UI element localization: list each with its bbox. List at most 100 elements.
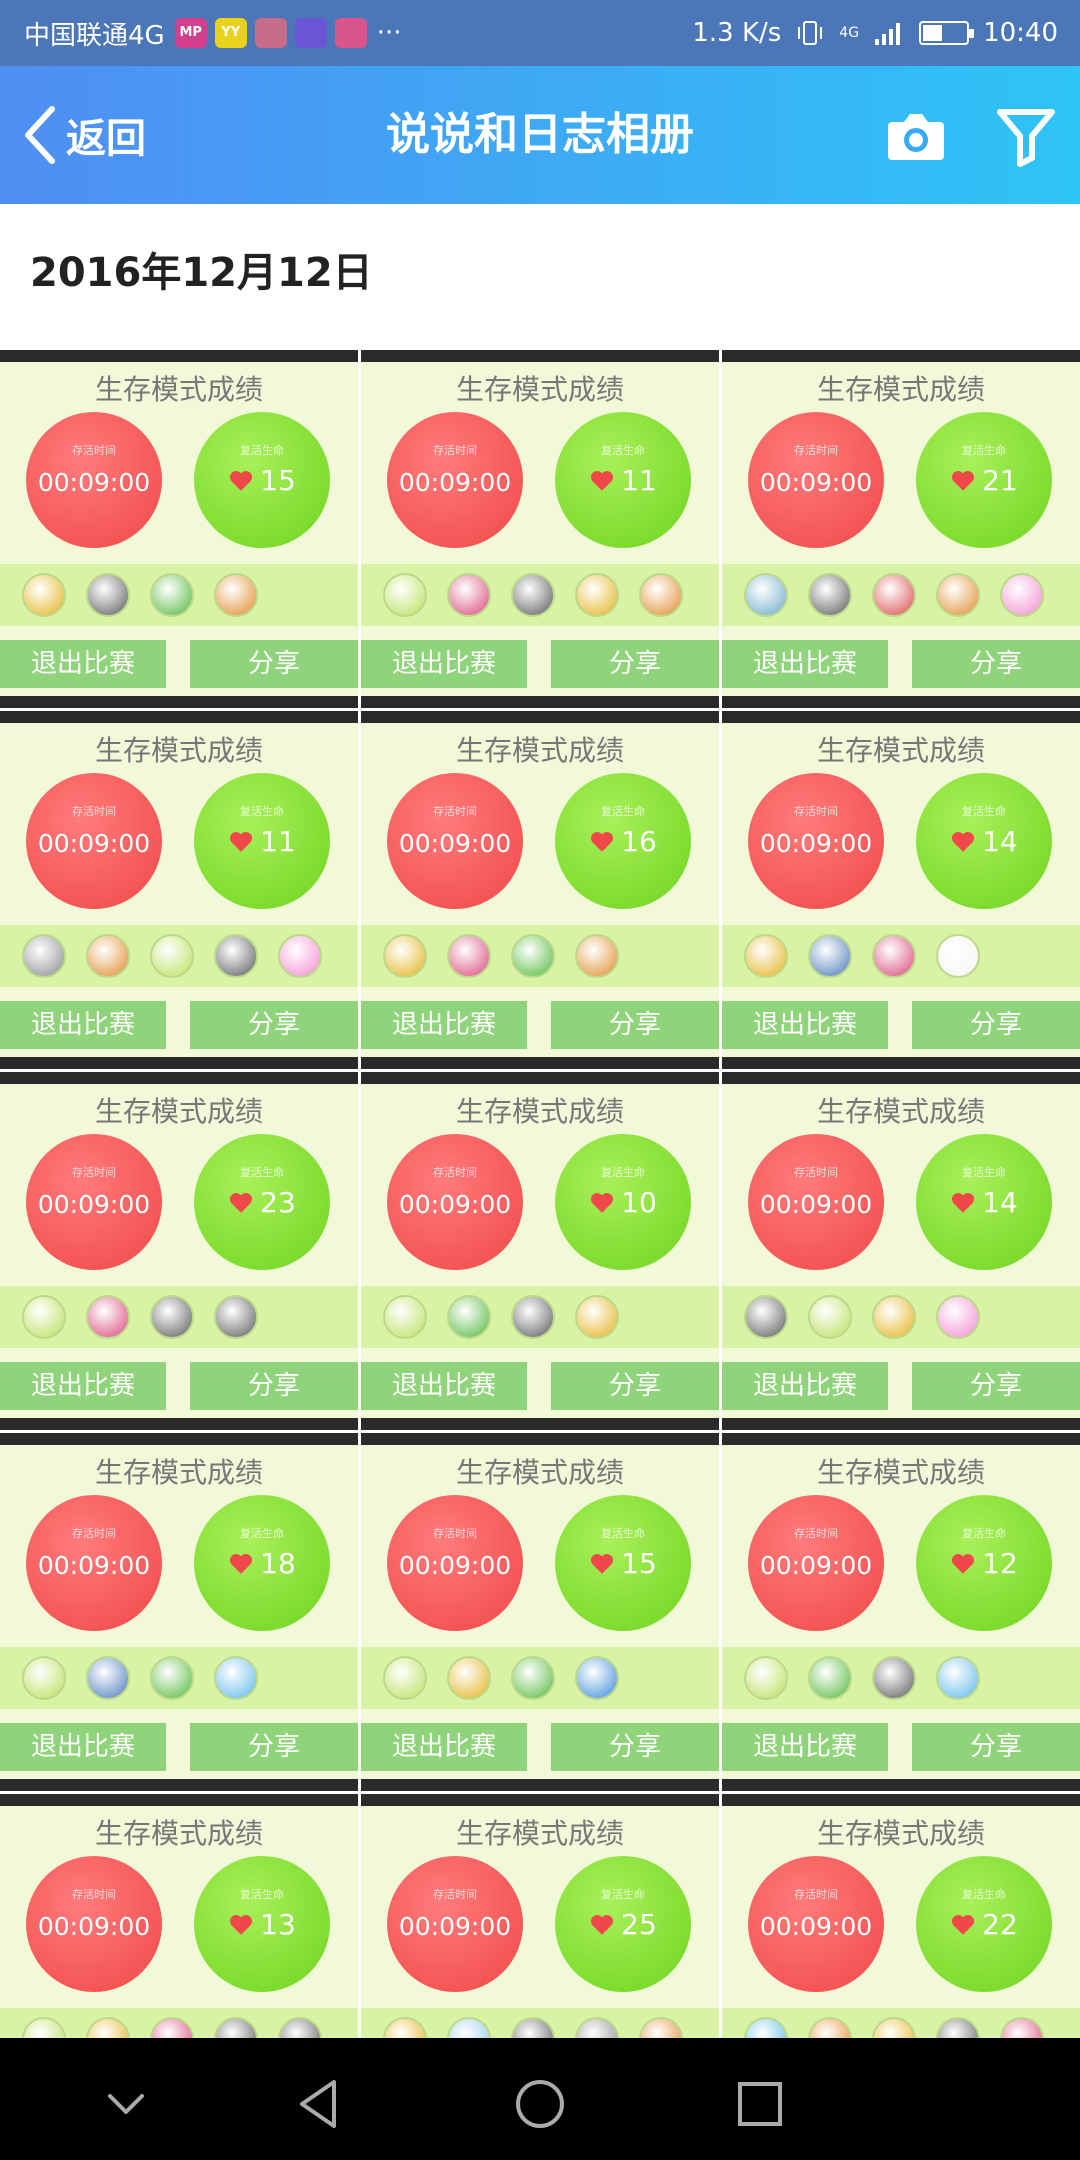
item-icon xyxy=(447,573,491,617)
hearts-circle: 复活生命 21 xyxy=(916,412,1052,548)
items-band xyxy=(0,1286,358,1348)
items-band xyxy=(361,1286,719,1348)
filter-button[interactable] xyxy=(994,104,1058,168)
photo-thumbnail[interactable]: 生存模式成绩存活时间00:09:00复活生命25退出比赛分享 xyxy=(361,1794,719,2038)
heart-icon xyxy=(230,831,253,852)
photo-thumbnail[interactable]: 生存模式成绩 存活时间 00:09:00 复活生命 15 退出比赛 分享 xyxy=(361,1433,719,1791)
hearts-count: 13 xyxy=(260,1908,296,1941)
timer-caption: 存活时间 xyxy=(72,1166,116,1179)
timer-value: 00:09:00 xyxy=(37,1190,151,1219)
share-button: 分享 xyxy=(912,1001,1080,1049)
item-icon xyxy=(511,934,555,978)
photo-title: 生存模式成绩 xyxy=(94,734,263,767)
recent-apps-nav-button[interactable] xyxy=(730,2074,790,2134)
timer-caption: 存活时间 xyxy=(433,805,477,818)
photo-thumbnail[interactable]: 生存模式成绩 存活时间 00:09:00 复活生命 11 退出比赛 分享 xyxy=(0,711,358,1069)
filter-icon xyxy=(997,109,1055,167)
hearts-count: 22 xyxy=(982,1908,1018,1941)
timer-circle: 存活时间 00:09:00 xyxy=(387,412,523,548)
timer-circle: 存活时间 00:09:00 xyxy=(748,412,884,548)
heart-icon xyxy=(952,831,975,852)
exit-match-button: 退出比赛 xyxy=(722,1001,888,1049)
timer-circle: 存活时间 00:09:00 xyxy=(26,773,162,909)
photo-title: 生存模式成绩 xyxy=(94,1817,263,1850)
timer-value: 00:09:00 xyxy=(398,468,512,497)
hide-nav-button[interactable] xyxy=(96,2074,156,2134)
photo-title: 生存模式成绩 xyxy=(816,1817,985,1850)
hearts-row: 14 xyxy=(916,1186,1052,1219)
hearts-circle: 复活生命 25 xyxy=(555,1856,691,1992)
photo-thumbnail[interactable]: 生存模式成绩 存活时间 00:09:00 复活生命 12 退出比赛 分享 xyxy=(722,1433,1080,1791)
item-icon xyxy=(639,2017,683,2038)
photo-thumbnail[interactable]: 生存模式成绩存活时间00:09:00复活生命13退出比赛分享 xyxy=(0,1794,358,2038)
hearts-row: 23 xyxy=(194,1186,330,1219)
photo-thumbnail[interactable]: 生存模式成绩 存活时间 00:09:00 复活生命 23 退出比赛 分享 xyxy=(0,1072,358,1430)
photo-thumbnail[interactable]: 生存模式成绩 存活时间 00:09:00 复活生命 14 退出比赛 分享 xyxy=(722,1072,1080,1430)
photo-thumbnail[interactable]: 生存模式成绩 存活时间 00:09:00 复活生命 16 退出比赛 分享 xyxy=(361,711,719,1069)
photo-title: 生存模式成绩 xyxy=(455,1456,624,1489)
navigation-bar xyxy=(0,2038,1080,2160)
heart-icon xyxy=(591,470,614,491)
photo-thumbnail[interactable]: 生存模式成绩 存活时间 00:09:00 复活生命 21 退出比赛 分享 xyxy=(722,350,1080,708)
share-button: 分享 xyxy=(190,640,358,688)
timer-caption: 存活时间 xyxy=(72,805,116,818)
items-band xyxy=(0,1647,358,1709)
item-icon xyxy=(872,1656,916,1700)
hearts-count: 11 xyxy=(260,825,296,858)
photo-thumbnail[interactable]: 生存模式成绩存活时间00:09:00复活生命22退出比赛分享 xyxy=(722,1794,1080,2038)
item-icon xyxy=(150,573,194,617)
back-button[interactable]: 返回 xyxy=(20,96,146,174)
hearts-row: 18 xyxy=(194,1547,330,1580)
share-button: 分享 xyxy=(912,640,1080,688)
timer-caption: 存活时间 xyxy=(72,444,116,457)
app-icon-3 xyxy=(254,18,287,48)
hearts-count: 11 xyxy=(621,464,657,497)
item-icon xyxy=(86,934,130,978)
photo-thumbnail[interactable]: 生存模式成绩 存活时间 00:09:00 复活生命 15 退出比赛 分享 xyxy=(0,350,358,708)
timer-value: 00:09:00 xyxy=(37,829,151,858)
battery-icon xyxy=(919,21,975,45)
home-nav-button[interactable] xyxy=(510,2074,570,2134)
back-nav-button[interactable] xyxy=(290,2074,350,2134)
hearts-count: 15 xyxy=(260,464,296,497)
photo-thumbnail[interactable]: 生存模式成绩 存活时间 00:09:00 复活生命 11 退出比赛 分享 xyxy=(361,350,719,708)
chevron-down-icon xyxy=(108,2094,144,2114)
timer-value: 00:09:00 xyxy=(398,829,512,858)
hearts-row: 15 xyxy=(555,1547,691,1580)
hearts-row: 10 xyxy=(555,1186,691,1219)
camera-button[interactable] xyxy=(884,106,948,166)
heart-icon xyxy=(230,470,253,491)
hearts-caption: 复活生命 xyxy=(240,805,284,818)
hearts-row: 21 xyxy=(916,464,1052,497)
item-icon xyxy=(511,1295,555,1339)
exit-match-button: 退出比赛 xyxy=(361,1723,527,1771)
status-left: 中国联通4G MP YY ··· xyxy=(0,15,402,52)
carrier-label: 中国联通4G xyxy=(24,20,165,51)
item-icon xyxy=(744,934,788,978)
timer-value: 00:09:00 xyxy=(759,1912,873,1941)
item-icon xyxy=(86,1656,130,1700)
item-icon xyxy=(447,1656,491,1700)
item-icon xyxy=(214,934,258,978)
hearts-count: 18 xyxy=(260,1547,296,1580)
photo-title: 生存模式成绩 xyxy=(816,1456,985,1489)
photo-title: 生存模式成绩 xyxy=(816,373,985,406)
camera-icon xyxy=(888,114,944,160)
item-icon xyxy=(575,573,619,617)
timer-circle: 存活时间 00:09:00 xyxy=(26,1495,162,1631)
items-band xyxy=(0,2008,358,2038)
back-label: 返回 xyxy=(66,116,146,162)
photo-thumbnail[interactable]: 生存模式成绩 存活时间 00:09:00 复活生命 18 退出比赛 分享 xyxy=(0,1433,358,1791)
item-icon xyxy=(22,934,66,978)
exit-match-button: 退出比赛 xyxy=(0,1723,166,1771)
chevron-left-icon xyxy=(25,106,55,164)
item-icon xyxy=(22,1656,66,1700)
photo-thumbnail[interactable]: 生存模式成绩 存活时间 00:09:00 复活生命 10 退出比赛 分享 xyxy=(361,1072,719,1430)
square-recent-icon xyxy=(738,2082,782,2126)
photo-thumbnail[interactable]: 生存模式成绩 存活时间 00:09:00 复活生命 14 退出比赛 分享 xyxy=(722,711,1080,1069)
items-band xyxy=(0,925,358,987)
item-icon xyxy=(808,934,852,978)
item-icon xyxy=(150,934,194,978)
timer-caption: 存活时间 xyxy=(433,1527,477,1540)
item-icon xyxy=(511,1656,555,1700)
